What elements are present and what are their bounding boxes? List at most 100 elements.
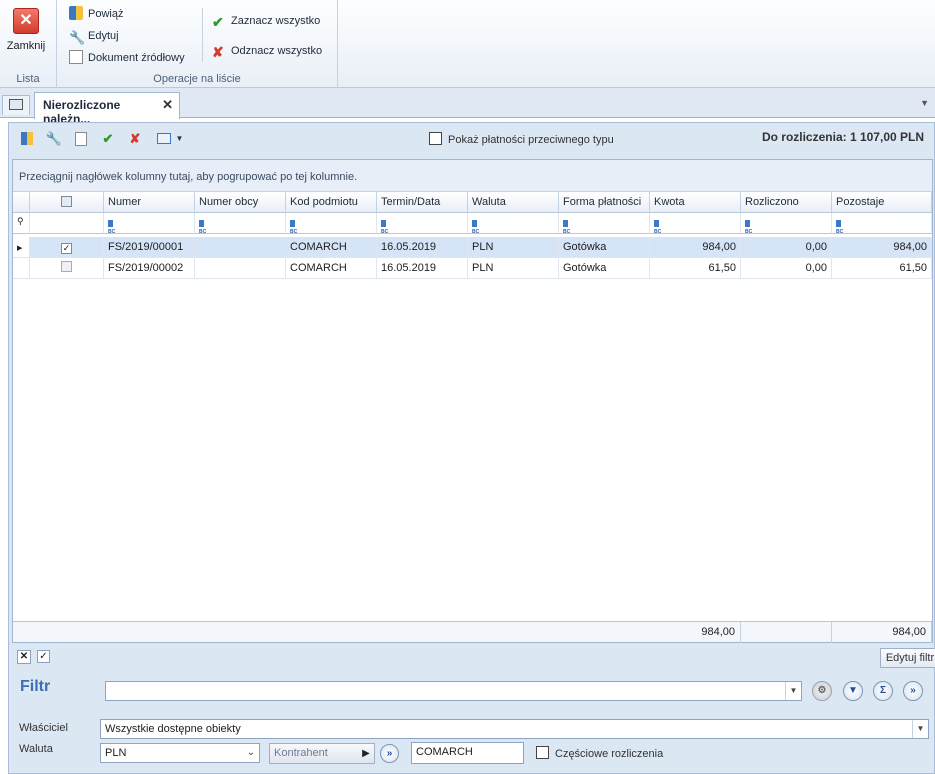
uncheck-icon[interactable]: ✘ bbox=[126, 130, 144, 148]
chevron-down-icon[interactable]: ▼ bbox=[920, 98, 929, 108]
cell-pozostaje: 61,50 bbox=[832, 258, 932, 279]
cell-kwota: 984,00 bbox=[650, 237, 741, 258]
text-filter-icon: BC bbox=[472, 219, 484, 235]
filter-cell-select bbox=[30, 213, 104, 234]
tab-unsettled-receivables[interactable]: Nierozliczone należn... ✕ bbox=[34, 92, 180, 126]
text-filter-icon: BC bbox=[563, 219, 575, 235]
close-label: Zamknij bbox=[6, 40, 46, 52]
filter-cell-kwota[interactable]: BC bbox=[650, 213, 741, 235]
header-pozostaje[interactable]: Pozostaje bbox=[832, 192, 932, 213]
funnel-icon[interactable]: ▼ bbox=[843, 681, 863, 701]
filter-cell-numer-obcy[interactable]: BC bbox=[195, 213, 286, 235]
check-icon[interactable]: ✔ bbox=[99, 130, 117, 148]
tab-home[interactable] bbox=[2, 95, 30, 115]
filter-cell-rozliczono[interactable]: BC bbox=[741, 213, 832, 235]
wrench-icon[interactable]: 🔧 bbox=[45, 130, 63, 148]
owner-select[interactable]: Wszystkie dostępne obiekty ▼ bbox=[100, 719, 929, 739]
currency-label: Waluta bbox=[19, 743, 53, 755]
enable-filter-checkbox[interactable]: ✓ bbox=[37, 650, 50, 663]
check-icon: ✔ bbox=[212, 14, 224, 30]
cell-termin: 16.05.2019 bbox=[377, 237, 468, 258]
chevron-down-icon[interactable]: ▼ bbox=[785, 682, 801, 700]
cell-rozliczono: 0,00 bbox=[741, 258, 832, 279]
filter-cell-termin[interactable]: BC bbox=[377, 213, 468, 235]
ribbon-group-operations: Powiąż 🔧 Edytuj Dokument źródłowy ✔ Zaznac… bbox=[57, 0, 338, 88]
currency-select[interactable]: PLN ⌄ bbox=[100, 743, 260, 763]
link-icon bbox=[69, 6, 83, 20]
cell-forma: Gotówka bbox=[559, 258, 650, 279]
cell-numer: FS/2019/00001 bbox=[104, 237, 195, 258]
sigma-icon[interactable]: Σ bbox=[873, 681, 893, 701]
row-indicator bbox=[13, 258, 30, 279]
close-tab-icon[interactable]: ✕ bbox=[162, 97, 173, 113]
filter-title: Filtr bbox=[20, 678, 51, 695]
chevron-down-icon[interactable]: ▼ bbox=[176, 134, 184, 143]
chevron-down-icon[interactable]: ⌄ bbox=[243, 744, 259, 762]
cell-numer-obcy bbox=[195, 237, 286, 258]
header-waluta[interactable]: Waluta bbox=[468, 192, 559, 213]
cell-numer-obcy bbox=[195, 258, 286, 279]
checkbox-box[interactable] bbox=[536, 746, 549, 759]
header-kwota[interactable]: Kwota bbox=[650, 192, 741, 213]
text-filter-icon: BC bbox=[836, 219, 848, 235]
document-icon[interactable] bbox=[72, 130, 90, 148]
to-settle-summary: Do rozliczenia: 1 107,00 PLN bbox=[761, 130, 924, 144]
close-icon: ✕ bbox=[13, 8, 39, 34]
filter-row-indicator: ⚲ bbox=[13, 213, 30, 234]
group-by-hint: Przeciągnij nagłówek kolumny tutaj, aby … bbox=[13, 160, 932, 192]
current-row-icon: ▶ bbox=[17, 245, 23, 252]
grid-footer: 984,00 984,00 bbox=[13, 621, 932, 643]
monitor-icon bbox=[9, 99, 23, 110]
cell-termin: 16.05.2019 bbox=[377, 258, 468, 279]
header-forma-platnosci[interactable]: Forma płatności bbox=[559, 192, 650, 213]
checkbox-box[interactable] bbox=[429, 132, 442, 145]
filter-cell-pozostaje[interactable]: BC bbox=[832, 213, 932, 235]
row-checkbox[interactable] bbox=[61, 261, 72, 272]
row-checkbox-cell[interactable]: ✓ bbox=[30, 237, 104, 258]
close-button[interactable]: ✕ Zamknij bbox=[6, 6, 46, 60]
deselect-all-button[interactable]: ✘ Odznacz wszystko bbox=[212, 42, 322, 60]
cell-kod: COMARCH bbox=[286, 237, 377, 258]
link-icon[interactable] bbox=[18, 130, 36, 148]
filter-cell-waluta[interactable]: BC bbox=[468, 213, 559, 235]
header-rozliczono[interactable]: Rozliczono bbox=[741, 192, 832, 213]
filter-cell-numer[interactable]: BC bbox=[104, 213, 195, 235]
header-kod-podmiotu[interactable]: Kod podmiotu bbox=[286, 192, 377, 213]
export-icon[interactable]: ▼ bbox=[153, 130, 187, 148]
header-termin-data[interactable]: Termin/Data bbox=[377, 192, 468, 213]
select-all-button[interactable]: ✔ Zaznacz wszystko bbox=[212, 12, 320, 30]
chevron-down-icon[interactable]: ▼ bbox=[912, 720, 928, 738]
owner-label: Właściciel bbox=[19, 722, 68, 734]
footer-kwota-sum: 984,00 bbox=[650, 622, 741, 643]
header-numer-obcy[interactable]: Numer obcy bbox=[195, 192, 286, 213]
kontrahent-button[interactable]: Kontrahent ▶ bbox=[269, 743, 375, 764]
show-opposite-checkbox[interactable]: Pokaż płatności przeciwnego typu bbox=[429, 132, 614, 148]
expand-icon[interactable]: » bbox=[380, 744, 399, 763]
row-checkbox[interactable]: ✓ bbox=[61, 243, 72, 254]
ribbon-separator bbox=[202, 8, 203, 62]
text-filter-icon: BC bbox=[381, 219, 393, 235]
text-filter-icon: BC bbox=[290, 219, 302, 235]
kontrahent-input[interactable]: COMARCH bbox=[411, 742, 524, 764]
edit-button[interactable]: 🔧 Edytuj bbox=[69, 27, 119, 45]
clear-filter-icon[interactable]: ✕ bbox=[17, 650, 31, 664]
filter-cell-kod[interactable]: BC bbox=[286, 213, 377, 235]
ribbon-group-lista: ✕ Zamknij Lista bbox=[0, 0, 57, 88]
header-select-all[interactable] bbox=[30, 192, 104, 213]
cell-waluta: PLN bbox=[468, 237, 559, 258]
footer-pozostaje-sum: 984,00 bbox=[832, 622, 932, 643]
edit-filter-button[interactable]: Edytuj filtr bbox=[880, 648, 935, 668]
header-numer[interactable]: Numer bbox=[104, 192, 195, 213]
select-all-checkbox[interactable] bbox=[61, 196, 72, 207]
source-document-button[interactable]: Dokument źródłowy bbox=[69, 49, 185, 67]
filter-cell-forma[interactable]: BC bbox=[559, 213, 650, 235]
cell-kod: COMARCH bbox=[286, 258, 377, 279]
link-button[interactable]: Powiąż bbox=[69, 5, 123, 23]
row-checkbox-cell[interactable] bbox=[30, 258, 104, 279]
filter-input[interactable]: ▼ bbox=[105, 681, 802, 701]
gear-icon[interactable]: ⚙ bbox=[812, 681, 832, 701]
group-label-operations: Operacje na liście bbox=[153, 73, 241, 85]
expand-icon[interactable]: » bbox=[903, 681, 923, 701]
cell-pozostaje: 984,00 bbox=[832, 237, 932, 258]
partial-settlements-checkbox[interactable]: Częściowe rozliczenia bbox=[536, 746, 663, 760]
